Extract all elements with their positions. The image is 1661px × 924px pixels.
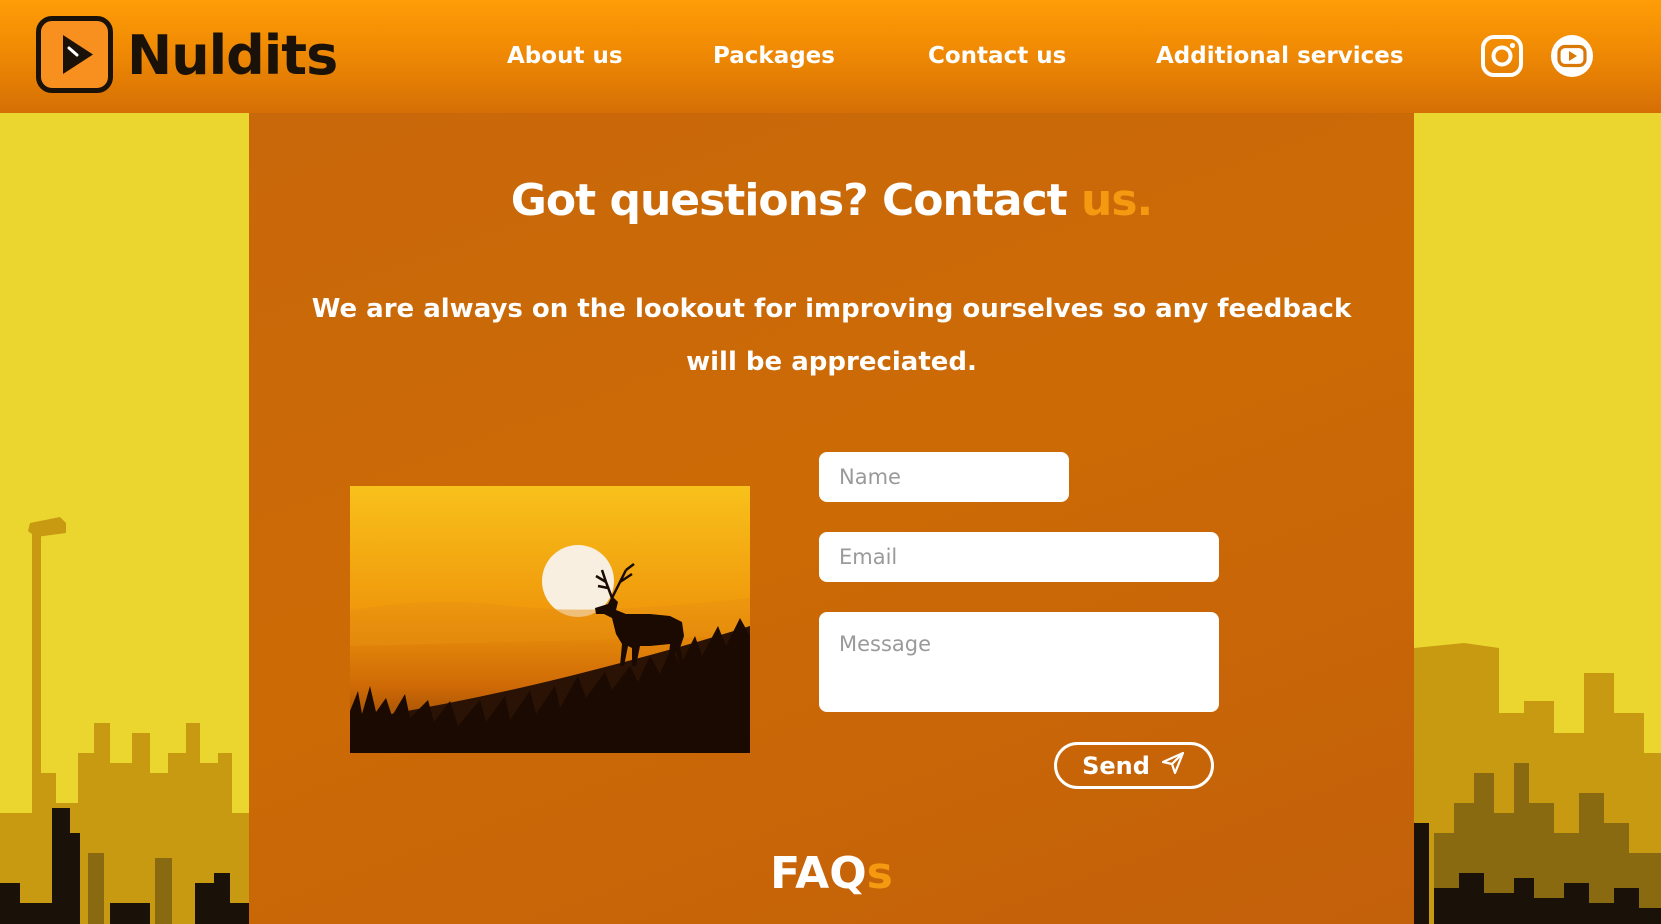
instagram-icon[interactable] — [1480, 34, 1524, 78]
nav-additional-services[interactable]: Additional services — [1156, 38, 1404, 74]
faq-heading: FAQs — [249, 848, 1414, 899]
contact-headline: Got questions? Contact us. — [249, 175, 1414, 226]
nav-contact-us[interactable]: Contact us — [928, 38, 1066, 74]
deer-sunset-image — [350, 486, 750, 753]
logo-play-icon[interactable] — [36, 16, 113, 93]
city-skyline-illustration — [0, 517, 249, 924]
send-button[interactable]: Send — [1054, 742, 1214, 789]
left-skyline-panel — [0, 113, 249, 924]
faq-accent: s — [866, 848, 893, 899]
email-input[interactable] — [819, 532, 1219, 582]
brand-name[interactable]: Nuldits — [127, 18, 338, 94]
contact-tagline: We are always on the lookout for improvi… — [311, 294, 1352, 377]
headline-main: Got questions? Contact — [510, 175, 1081, 226]
headline-accent: us. — [1081, 175, 1153, 226]
site-header: Nuldits About us Packages Contact us Add… — [0, 0, 1661, 113]
message-textarea[interactable] — [819, 612, 1219, 712]
right-skyline-panel — [1414, 113, 1661, 924]
city-skyline-illustration — [1414, 643, 1661, 924]
name-input[interactable] — [819, 452, 1069, 502]
nav-about-us[interactable]: About us — [507, 38, 623, 74]
send-label: Send — [1082, 751, 1150, 780]
youtube-icon[interactable] — [1550, 34, 1594, 78]
nav-packages[interactable]: Packages — [713, 38, 835, 74]
paper-plane-icon — [1160, 750, 1186, 782]
contact-section: Got questions? Contact us. We are always… — [249, 113, 1414, 924]
faq-main: FAQ — [770, 848, 867, 899]
